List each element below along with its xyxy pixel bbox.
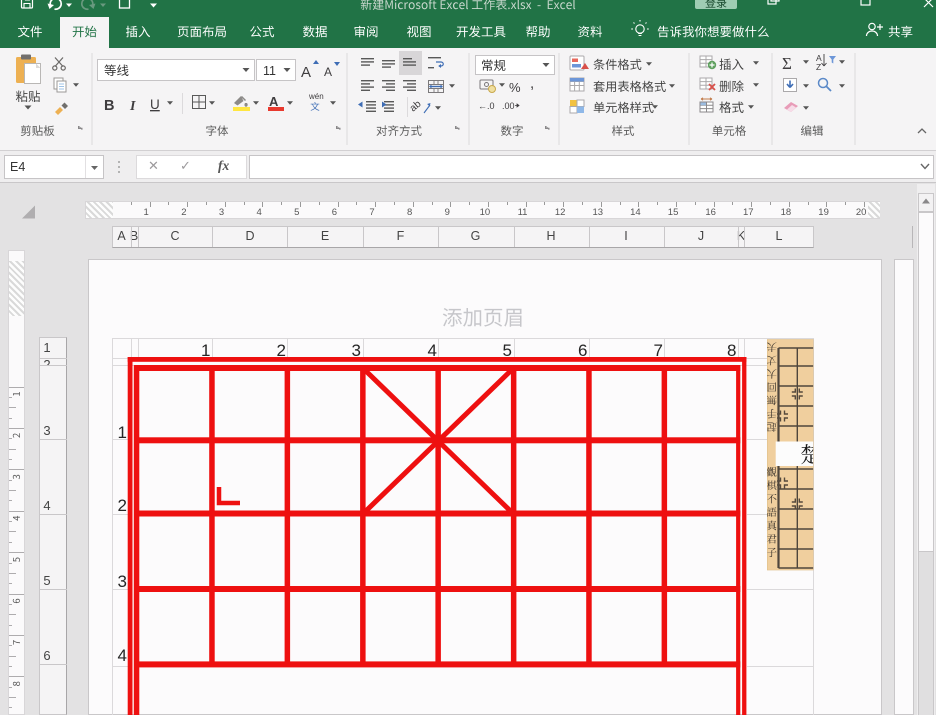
svg-text:A: A bbox=[269, 94, 279, 109]
svg-text:A: A bbox=[324, 65, 332, 79]
svg-text:U: U bbox=[150, 97, 160, 112]
svg-text:←.0: ←.0 bbox=[478, 101, 495, 111]
svg-text:Z: Z bbox=[816, 62, 821, 72]
svg-text:.00: .00 bbox=[502, 101, 515, 111]
svg-text:A: A bbox=[301, 64, 311, 81]
svg-text:,: , bbox=[530, 75, 534, 92]
svg-text:wén: wén bbox=[308, 92, 324, 101]
svg-text:ab: ab bbox=[408, 98, 424, 114]
svg-text:B: B bbox=[104, 98, 114, 114]
svg-text:Σ: Σ bbox=[782, 54, 792, 73]
svg-text:%: % bbox=[509, 80, 521, 95]
svg-text:11: 11 bbox=[263, 64, 276, 78]
svg-text:I: I bbox=[129, 99, 136, 114]
